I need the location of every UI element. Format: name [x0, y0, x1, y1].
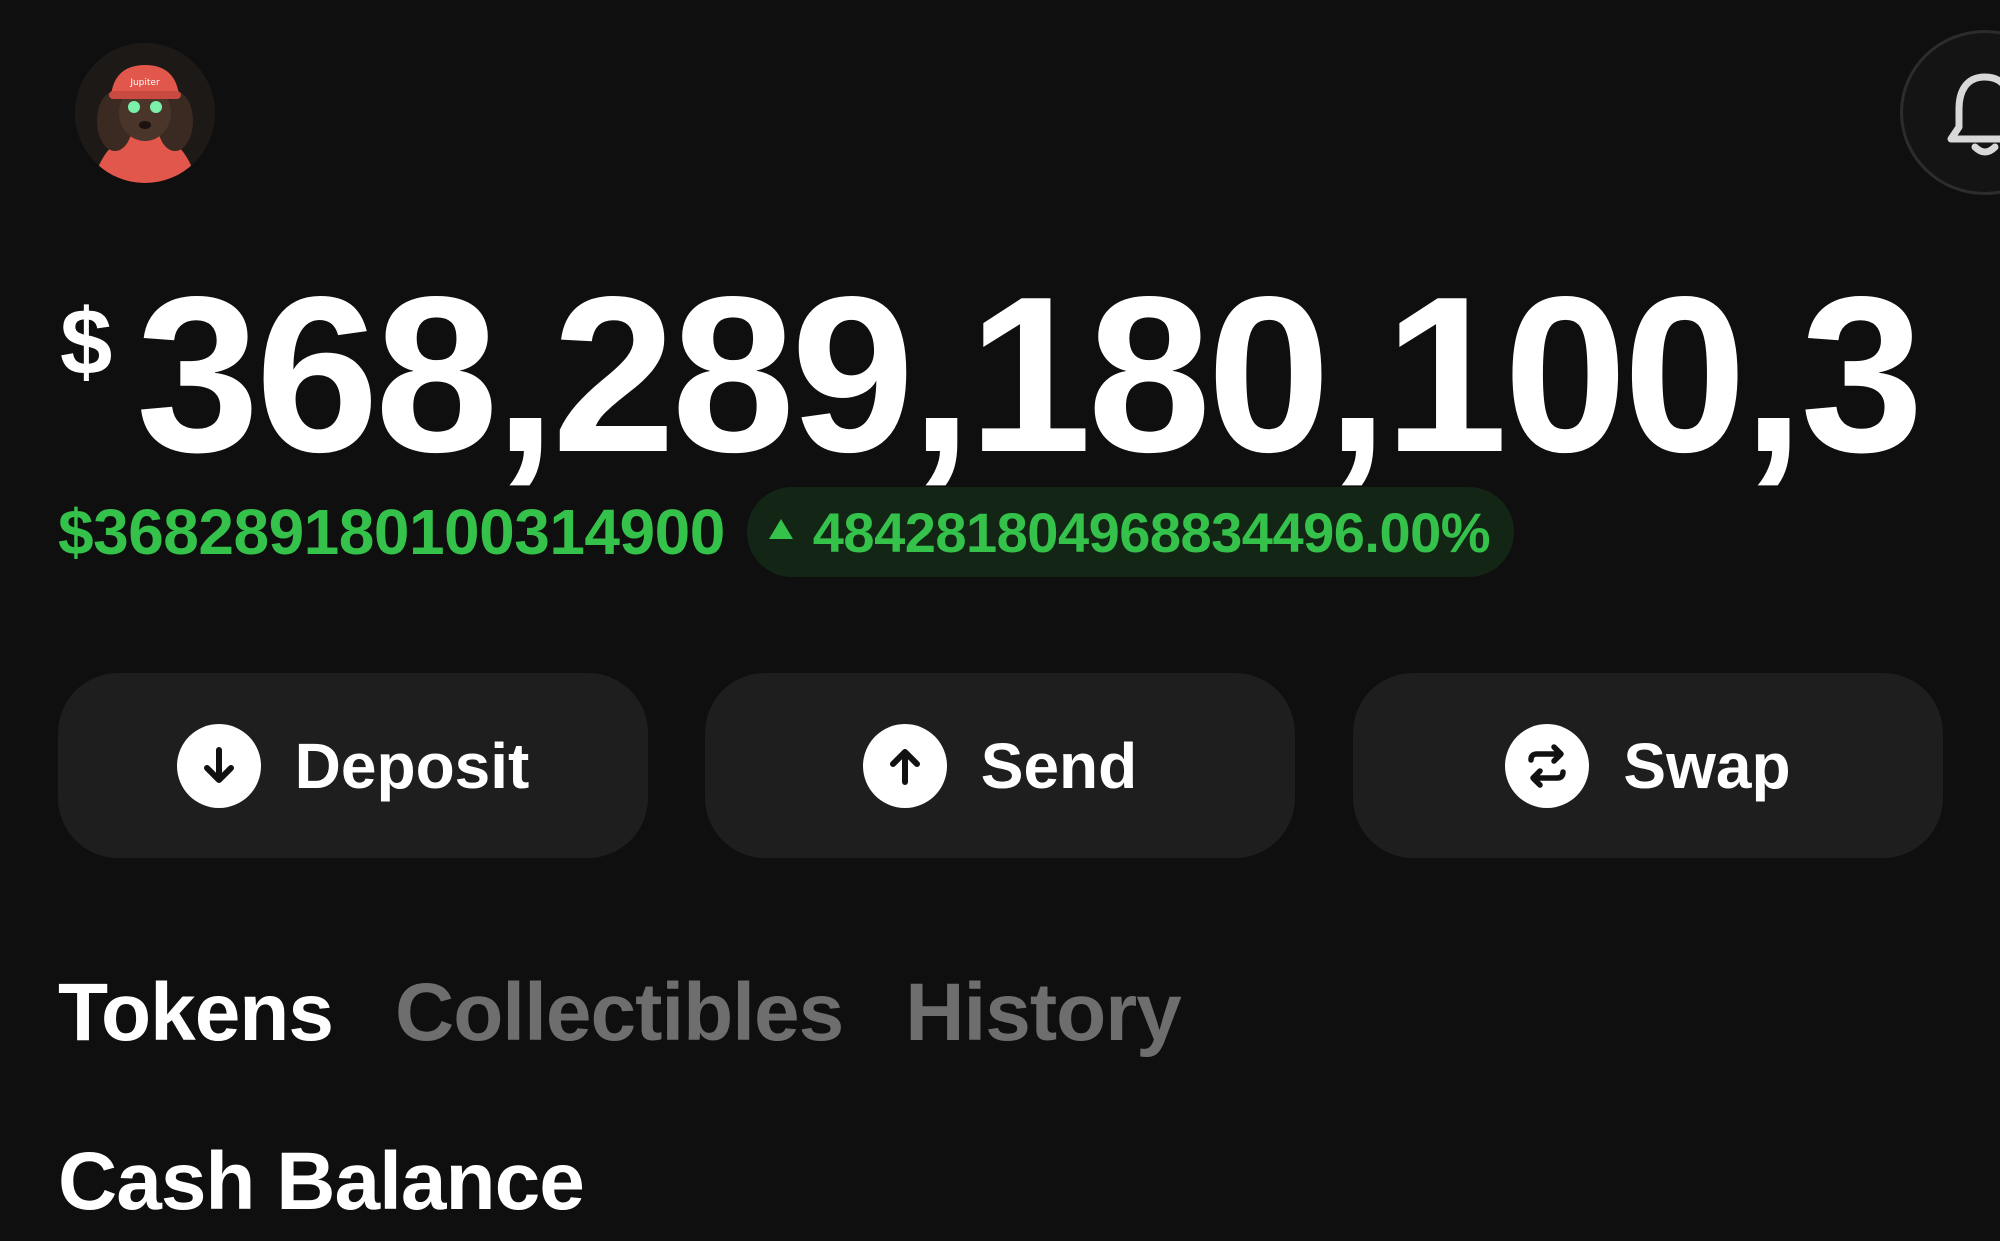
balance-change-percent: 484281804968834496.00%: [812, 500, 1491, 564]
balance-change-badge: 484281804968834496.00%: [746, 487, 1515, 577]
total-balance: $ 368,289,180,100,3: [58, 268, 1948, 498]
wallet-screen: Jupiter $ 368,289,180,100,3 $36828918010…: [0, 0, 2000, 1241]
balance-currency-symbol: $: [60, 289, 113, 394]
notifications-button[interactable]: [1900, 30, 2000, 195]
send-label: Send: [980, 729, 1138, 802]
cash-balance-heading: Cash Balance: [58, 1136, 585, 1227]
triangle-up-icon: [768, 519, 793, 539]
balance-change-row: $368289180100314900 484281804968834496.0…: [58, 487, 1515, 577]
tab-history[interactable]: History: [905, 966, 1182, 1060]
swap-button[interactable]: Swap: [1353, 673, 1943, 858]
balance-amount: 368,289,180,100,3: [136, 268, 1924, 498]
deposit-label: Deposit: [294, 729, 530, 802]
swap-label: Swap: [1623, 729, 1791, 802]
bell-icon: [1947, 73, 2000, 156]
send-button[interactable]: Send: [705, 673, 1295, 858]
arrow-up-circle-icon: [862, 723, 947, 808]
swap-arrows-icon: [1505, 723, 1590, 808]
deposit-button[interactable]: Deposit: [58, 673, 648, 858]
asset-tabs: Tokens Collectibles History: [58, 963, 1243, 1063]
tab-tokens[interactable]: Tokens: [58, 966, 334, 1060]
profile-avatar[interactable]: Jupiter: [75, 43, 215, 183]
svg-text:Jupiter: Jupiter: [129, 78, 160, 88]
tab-collectibles[interactable]: Collectibles: [395, 966, 844, 1060]
user-avatar-dog-icon: Jupiter: [75, 43, 215, 183]
arrow-down-circle-icon: [176, 723, 261, 808]
balance-change-value: $368289180100314900: [58, 496, 725, 568]
